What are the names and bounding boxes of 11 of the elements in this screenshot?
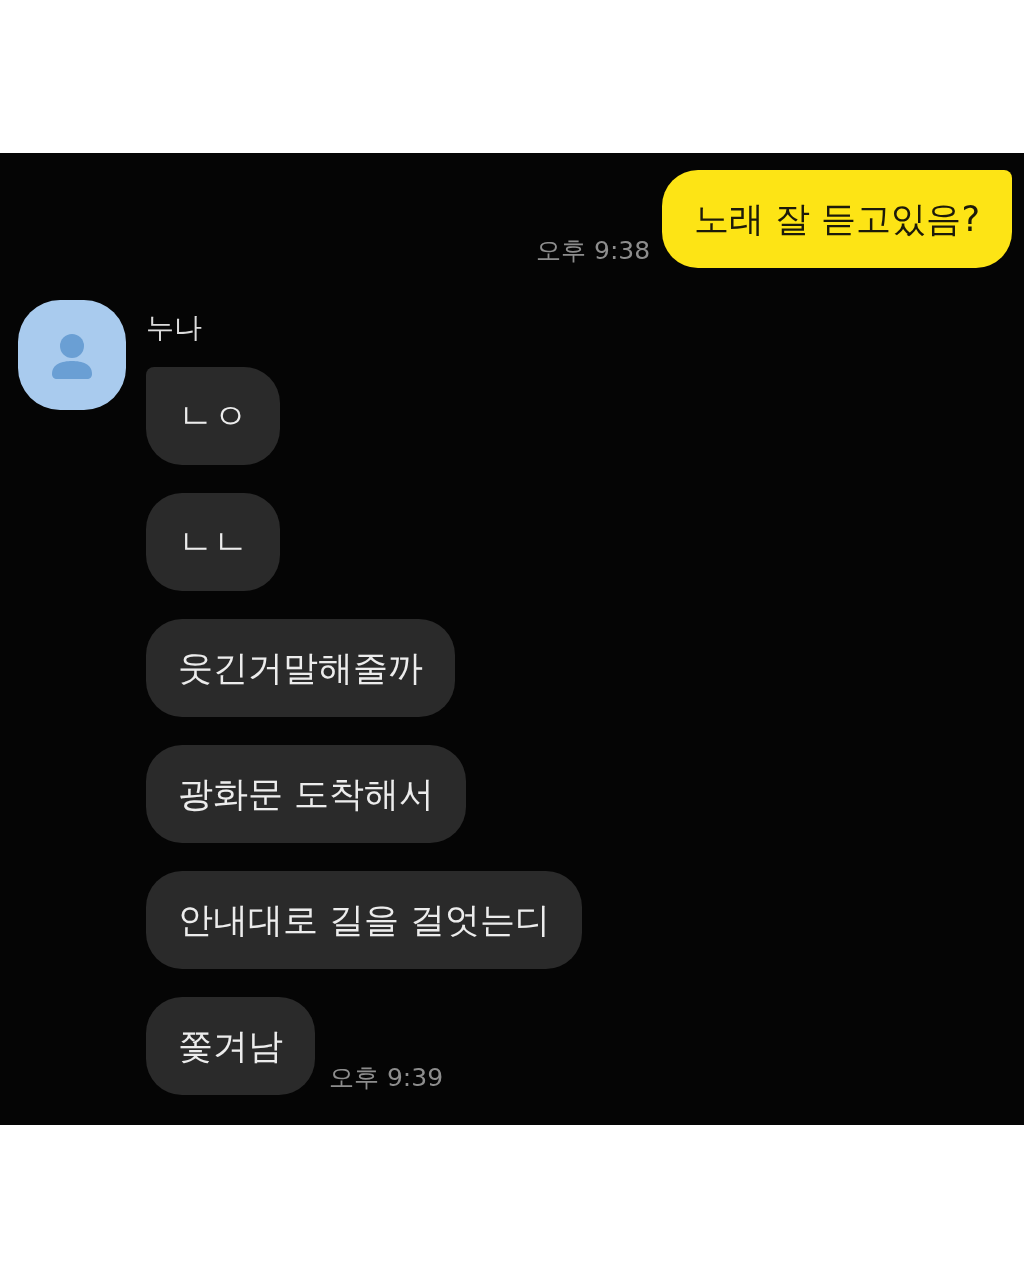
message-bubble: ㄴㅇ bbox=[146, 367, 280, 465]
timestamp: 오후 9:39 bbox=[329, 1063, 444, 1093]
message-bubble: ㄴㄴ bbox=[146, 493, 280, 591]
message-bubble: 노래 잘 듣고있음? bbox=[662, 170, 1012, 268]
message-bubble: 웃긴거말해줄까 bbox=[146, 619, 455, 717]
timestamp: 오후 9:38 bbox=[536, 236, 651, 266]
message-bubble: 쫓겨남 bbox=[146, 997, 315, 1095]
message-bubble: 안내대로 길을 걸엇는디 bbox=[146, 871, 583, 969]
sender-name: 누나 bbox=[146, 310, 202, 346]
avatar-icon[interactable] bbox=[18, 300, 126, 410]
message-bubble: 광화문 도착해서 bbox=[146, 745, 467, 843]
